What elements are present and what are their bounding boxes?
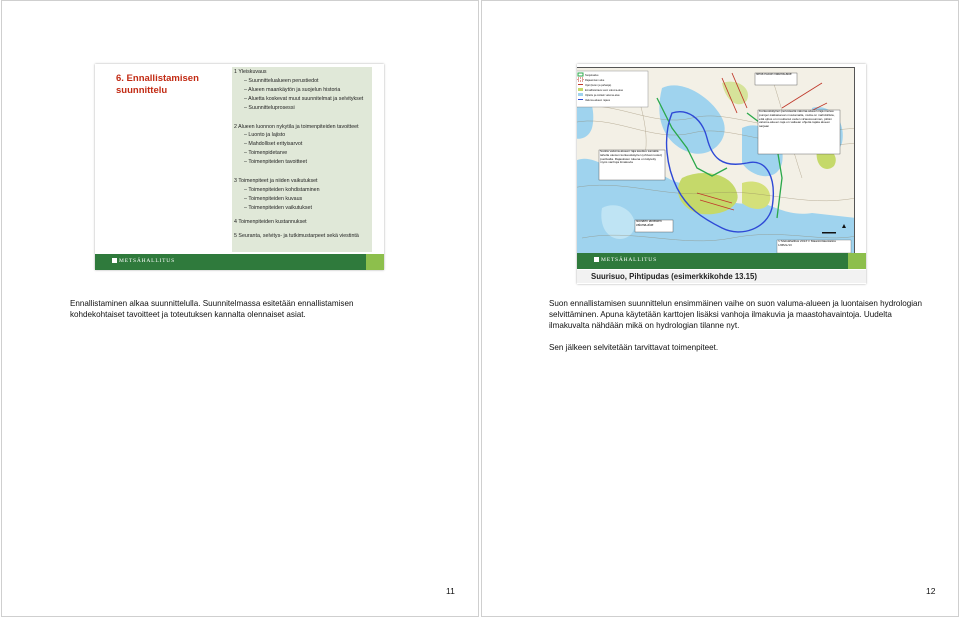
outline-heading: 2 Alueen luonnon nykytila ja toimenpitei… (234, 123, 359, 130)
notes-text: Ennallistaminen alkaa suunnittelulla. Su… (70, 299, 354, 319)
callout-right: Korkeuskäyrien perusteella valuma-alueen… (759, 110, 835, 129)
footer-accent (848, 253, 866, 269)
handout-page-left: 6. Ennallistamisen suunnittelu 1 Yleisku… (1, 0, 479, 617)
callout-top-right: Neva Kukon valuma-alue (756, 73, 792, 76)
page-number: 11 (446, 586, 455, 596)
outline-item: – Luonto ja lajisto (244, 132, 286, 139)
plan-outline: 1 Yleiskuvaus – Suunnittelualueen perust… (232, 67, 372, 252)
legend-item: Rajaamisen alue (585, 78, 605, 82)
catchment-map: Suojelualue Rajaamisen alue Ojat (kuten … (577, 67, 855, 255)
outline-item: – Suunnitteluprosessi (244, 104, 295, 111)
legend-item: Ojitettu ja osittain valuma-alue (585, 93, 620, 97)
handout-page-right: Suojelualue Rajaamisen alue Ojat (kuten … (481, 0, 959, 617)
outline-heading: 4 Toimenpiteiden kustannukset (234, 218, 307, 225)
callout-bottom: Noinaen lähteiden valuma-alue (636, 220, 662, 227)
outline-item: – Toimenpiteiden kuvaus (244, 195, 303, 202)
map-graphic: Suojelualue Rajaamisen alue Ojat (kuten … (577, 68, 854, 254)
footer-accent (366, 254, 384, 270)
caption-bar: Suurisuo, Pihtipudas (esimerkkikohde 13.… (577, 270, 866, 283)
outline-item: – Aluetta koskevat muut suunnitelmat ja … (244, 95, 364, 102)
outline-item: – Mahdolliset erityisarvot (244, 141, 303, 148)
outline-heading: 5 Seuranta, selvitys- ja tutkimustarpeet… (234, 232, 359, 239)
outline-item: – Toimenpiteiden vaikutukset (244, 204, 312, 211)
outline-item: – Toimenpiteiden tavoitteet (244, 159, 307, 166)
metsahallitus-logo: METSÄHALLITUS (594, 257, 657, 263)
notes-text: Suon ennallistamisen suunnittelun ensimm… (549, 298, 929, 364)
legend-item: Valuma-alueen rajaus (585, 98, 611, 102)
metsahallitus-logo: METSÄHALLITUS (112, 258, 175, 264)
outline-item: – Toimenpidetarve (244, 150, 288, 157)
notes-paragraph: Sen jälkeen selvitetään tarvittavat toim… (549, 343, 719, 352)
notes-paragraph: Suon ennallistamisen suunnittelun ensimm… (549, 299, 923, 330)
legend-item: Suojelualue (585, 73, 599, 77)
map-caption: Suurisuo, Pihtipudas (esimerkkikohde 13.… (591, 272, 757, 281)
outline-item: – Toimenpiteiden kohdistaminen (244, 186, 320, 193)
page-number: 12 (926, 586, 936, 596)
slide-map: Suojelualue Rajaamisen alue Ojat (kuten … (577, 64, 866, 284)
legend-item: Ojat (kuten ja pahaoja) (585, 83, 611, 87)
outline-item: – Suunnittelualueen perustiedot (244, 77, 319, 84)
outline-heading: 3 Toimenpiteet ja niiden vaikutukset (234, 178, 318, 185)
slide-footer: METSÄHALLITUS (577, 253, 866, 269)
map-copyright: © Metsähallitus 2013 © Maanmittauslaitos… (778, 240, 836, 247)
outline-heading: 1 Yleiskuvaus (234, 69, 267, 75)
legend-item: Ennallistettava suon valuma-alue (585, 88, 624, 92)
slide-title: 6. Ennallistamisen suunnittelu (116, 73, 199, 96)
outline-item: – Alueen maankäytön ja suojelun historia (244, 86, 341, 93)
slide-footer: METSÄHALLITUS (95, 254, 384, 270)
slide-planning: 6. Ennallistamisen suunnittelu 1 Yleisku… (95, 64, 384, 270)
callout-left: Suolta valuma-alueen raja asettuu samall… (600, 150, 662, 165)
